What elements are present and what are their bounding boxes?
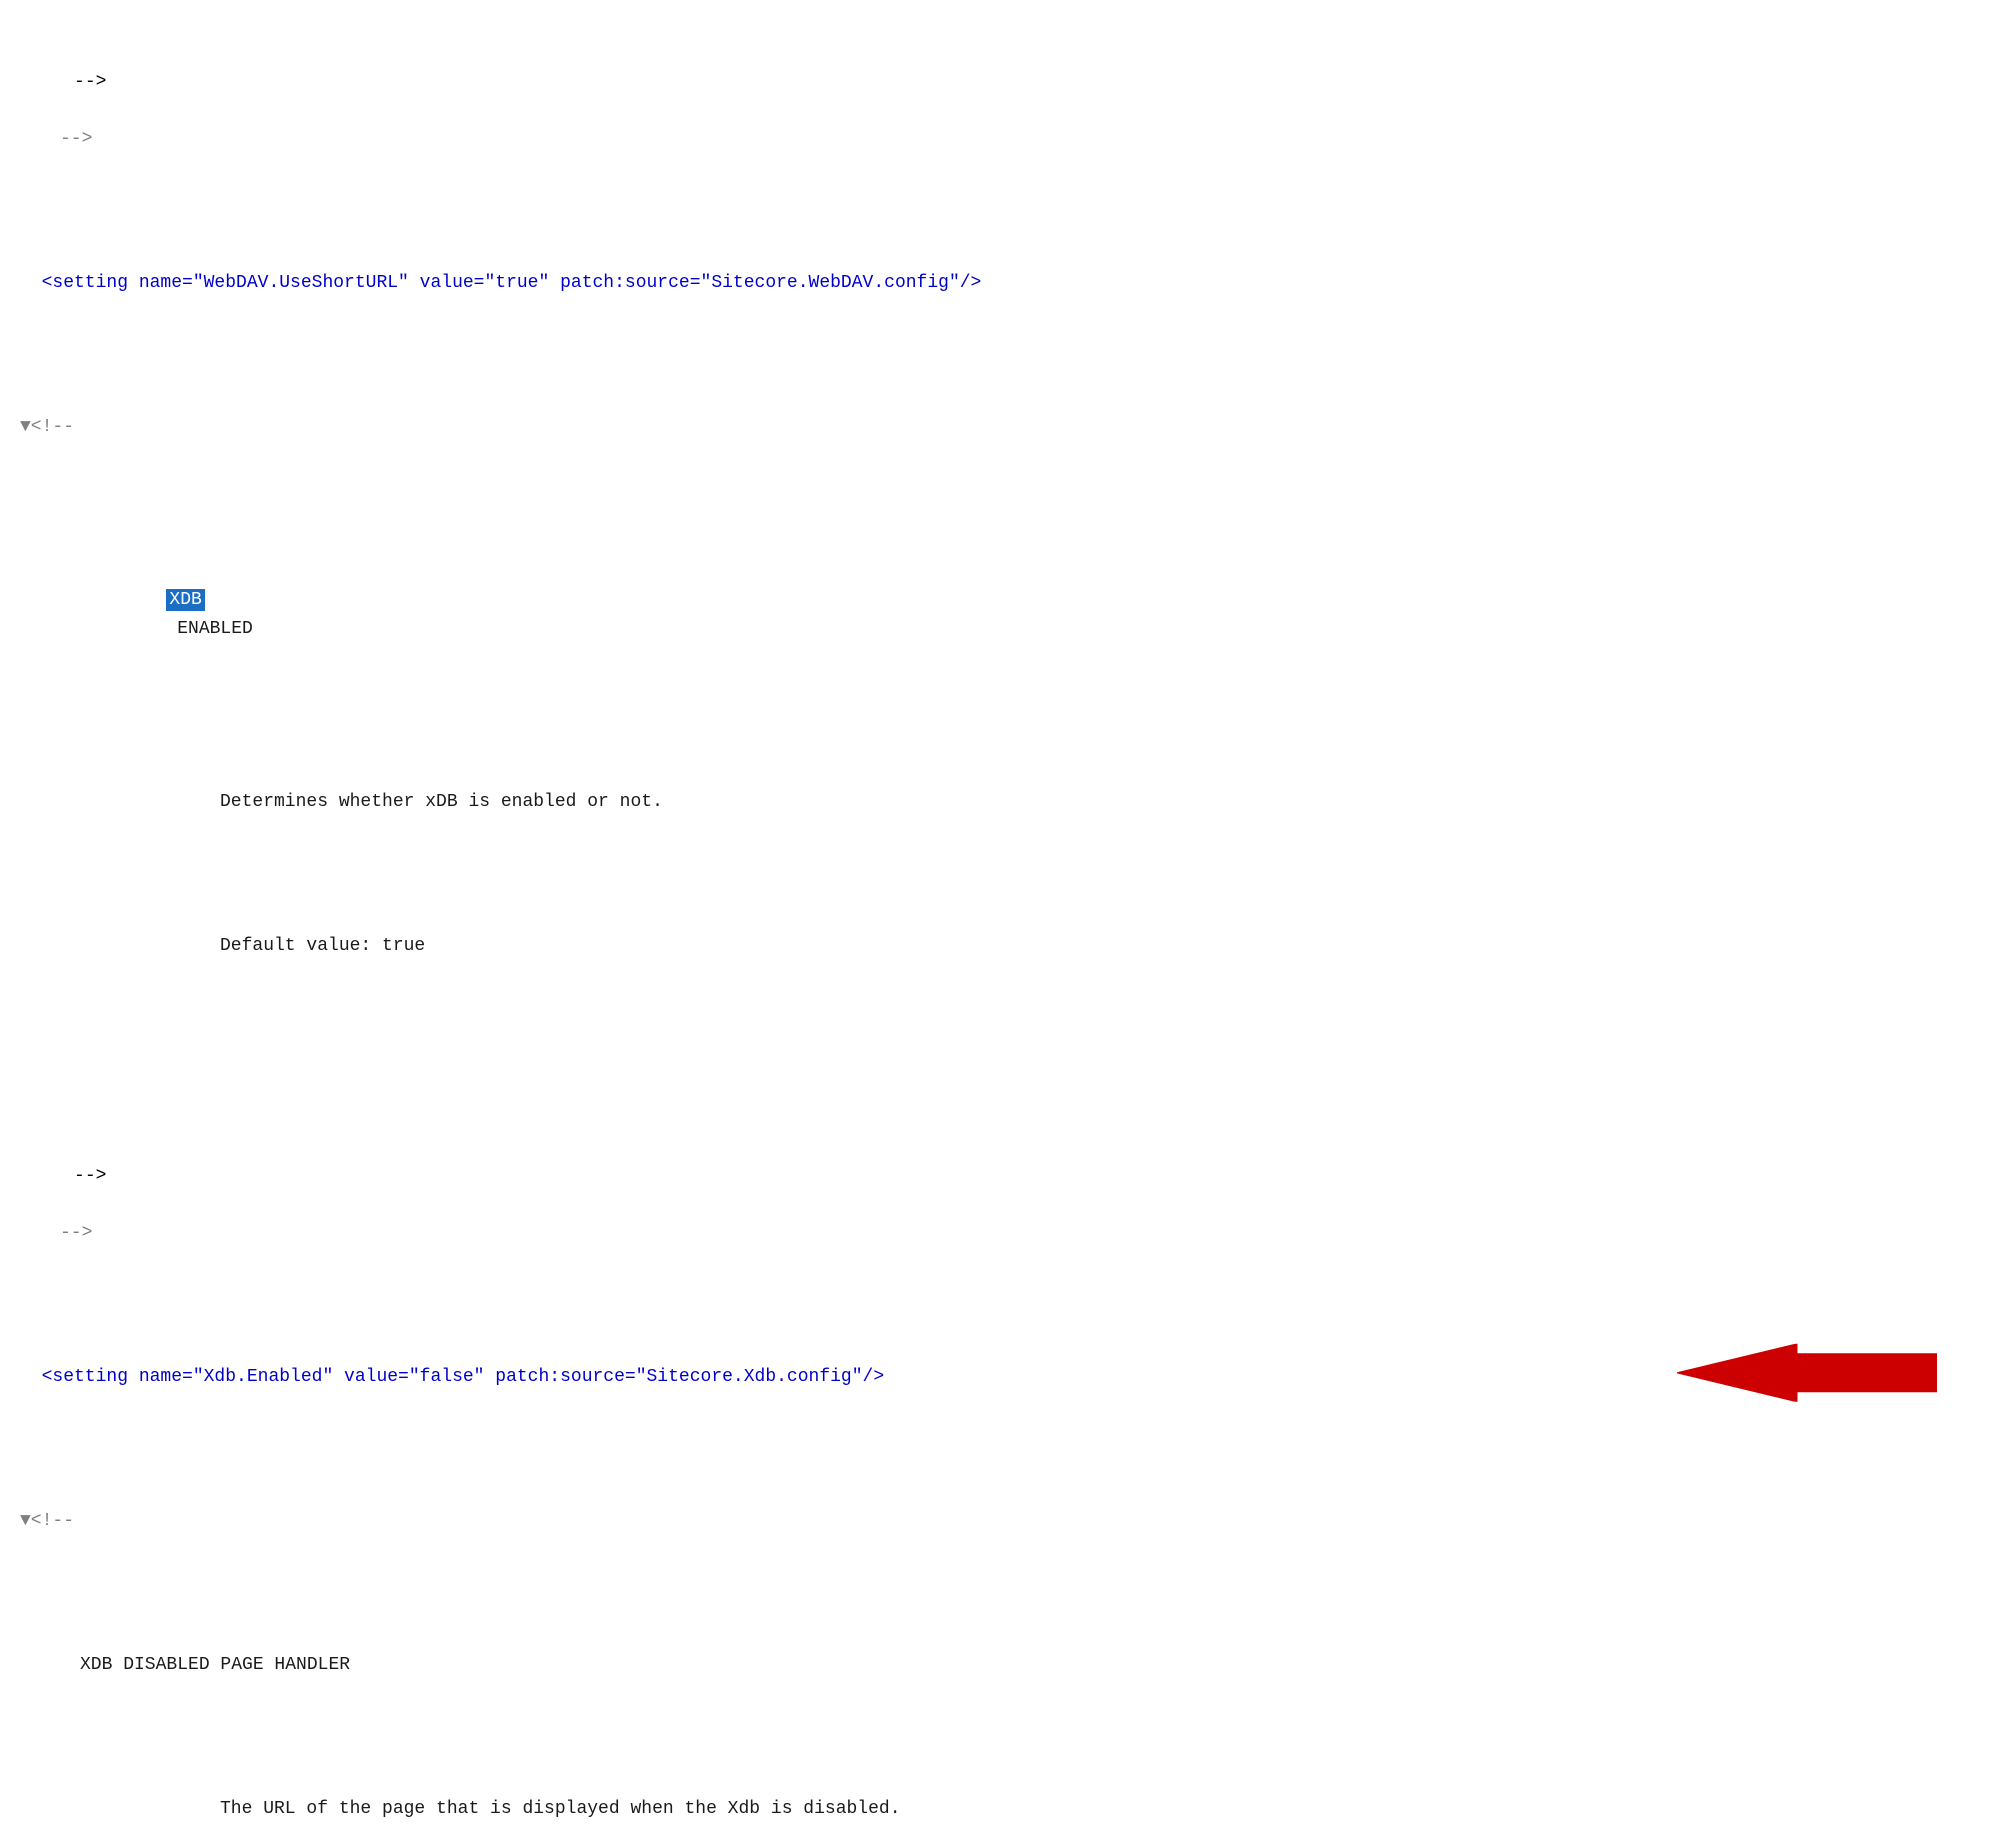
- line-default-true-1: Default value: true: [20, 932, 1987, 961]
- xdb-disabled-header-text: XDB DISABLED PAGE HANDLER: [20, 1651, 350, 1680]
- line-xdb-disabled-header: XDB DISABLED PAGE HANDLER: [20, 1651, 1987, 1680]
- comment-open-tag-2: ▼<!--: [20, 1507, 74, 1536]
- line-comment-2: -->: [20, 1219, 1987, 1248]
- default-true-1-text: Default value: true: [20, 932, 425, 961]
- comment-close-2: -->: [20, 1219, 92, 1248]
- page-wrapper: --> --> <setting name="WebDAV.UseShortUR…: [20, 10, 1987, 1848]
- comment-close-1: -->: [20, 125, 92, 154]
- line-comment-open-1: ▼<!--: [20, 413, 1987, 442]
- line-the-url: The URL of the page that is displayed wh…: [20, 1795, 1987, 1824]
- setting-webdav-tag: <setting name="WebDAV.UseShortURL" value…: [20, 269, 981, 298]
- line-empty-1: [20, 1075, 1987, 1104]
- line-comment-1: -->: [20, 125, 1987, 154]
- the-url-text: The URL of the page that is displayed wh…: [20, 1795, 901, 1824]
- line-comment-open-2: ▼<!--: [20, 1507, 1987, 1536]
- comment-open-tag-1: ▼<!--: [20, 413, 74, 442]
- xdb-highlight: XDB: [166, 589, 204, 611]
- line-xdb-enabled-header: XDB ENABLED: [20, 557, 1987, 672]
- xdb-enabled-indent: XDB ENABLED: [20, 557, 253, 672]
- line-setting-xdb-enabled: <setting name="Xdb.Enabled" value="false…: [20, 1363, 1987, 1392]
- arrow-1: [1591, 1315, 1937, 1441]
- enabled-label: ENABLED: [166, 619, 252, 639]
- setting-xdb-enabled-tag: <setting name="Xdb.Enabled" value="false…: [20, 1363, 884, 1392]
- code-block: --> --> <setting name="WebDAV.UseShortUR…: [20, 10, 1987, 1848]
- line-setting-webdav: <setting name="WebDAV.UseShortURL" value…: [20, 269, 1987, 298]
- determines-xdb-text: Determines whether xDB is enabled or not…: [20, 788, 663, 817]
- line-determines-xdb: Determines whether xDB is enabled or not…: [20, 788, 1987, 817]
